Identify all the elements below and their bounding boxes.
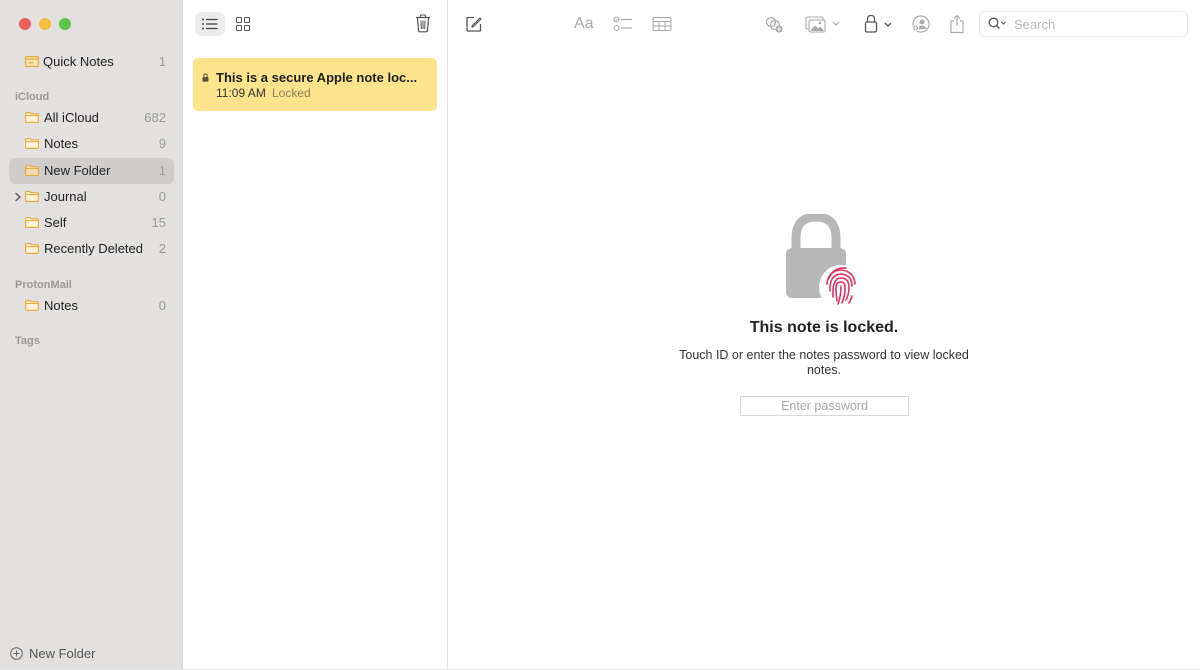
quick-notes-icon bbox=[25, 56, 39, 67]
sidebar-item-notes[interactable]: Notes 9 bbox=[9, 131, 174, 157]
delete-note-button[interactable] bbox=[413, 12, 433, 34]
section-label-tags: Tags bbox=[15, 335, 40, 347]
note-list-panel: This is a secure Apple note loc... 11:09… bbox=[183, 0, 448, 669]
sidebar-item-label: Notes bbox=[44, 298, 78, 313]
sidebar: Quick Notes 1 iCloud All iCloud 682 Note… bbox=[0, 0, 183, 669]
sidebar-item-count: 0 bbox=[158, 298, 166, 313]
sidebar-item-count: 682 bbox=[144, 110, 166, 125]
note-title: This is a secure Apple note loc... bbox=[216, 70, 418, 85]
sidebar-item-self[interactable]: Self 15 bbox=[9, 210, 174, 236]
sidebar-item-count: 0 bbox=[158, 189, 166, 204]
gallery-view-icon bbox=[235, 16, 251, 32]
locked-note-view: This note is locked. Touch ID or enter t… bbox=[448, 0, 1200, 669]
password-input[interactable] bbox=[740, 396, 909, 416]
folder-icon bbox=[25, 300, 39, 311]
new-folder-label: New Folder bbox=[29, 646, 96, 661]
sidebar-item-quick-notes[interactable]: Quick Notes 1 bbox=[9, 49, 174, 75]
folder-icon bbox=[25, 165, 39, 176]
locked-title: This note is locked. bbox=[749, 319, 899, 336]
minimize-window-button[interactable] bbox=[39, 18, 51, 30]
window-controls bbox=[19, 18, 71, 30]
gallery-view-button[interactable] bbox=[228, 12, 258, 36]
sidebar-item-protonmail-notes[interactable]: Notes 0 bbox=[9, 293, 174, 319]
new-folder-button[interactable]: New Folder bbox=[10, 646, 95, 661]
plus-circle-icon bbox=[10, 647, 23, 660]
sidebar-item-recently-deleted[interactable]: Recently Deleted 2 bbox=[9, 236, 174, 262]
notes-window: Quick Notes 1 iCloud All iCloud 682 Note… bbox=[0, 0, 1200, 670]
sidebar-item-journal[interactable]: Journal 0 bbox=[9, 184, 174, 210]
sidebar-item-count: 15 bbox=[151, 215, 166, 230]
folder-icon bbox=[25, 217, 39, 228]
folder-icon bbox=[25, 191, 39, 202]
trash-icon bbox=[416, 13, 430, 32]
sidebar-item-label: Recently Deleted bbox=[44, 241, 143, 256]
sidebar-item-new-folder[interactable]: New Folder 1 bbox=[9, 158, 174, 184]
sidebar-item-label: New Folder bbox=[44, 163, 111, 178]
folder-icon bbox=[25, 243, 39, 254]
sidebar-item-count: 9 bbox=[158, 136, 166, 151]
close-window-button[interactable] bbox=[19, 18, 31, 30]
sidebar-item-count: 1 bbox=[158, 54, 166, 69]
locked-description: Touch ID or enter the notes password to … bbox=[679, 348, 969, 377]
folder-icon bbox=[25, 112, 39, 123]
lock-icon bbox=[202, 73, 209, 82]
sidebar-item-label: Quick Notes bbox=[43, 54, 114, 69]
note-list-item[interactable]: This is a secure Apple note loc... 11:09… bbox=[193, 58, 437, 111]
locked-padlock-fingerprint-icon bbox=[786, 214, 863, 309]
section-label-protonmail: ProtonMail bbox=[15, 279, 72, 291]
sidebar-item-all-icloud[interactable]: All iCloud 682 bbox=[9, 105, 174, 131]
sidebar-item-count: 1 bbox=[158, 163, 166, 178]
maximize-window-button[interactable] bbox=[59, 18, 71, 30]
sidebar-item-label: All iCloud bbox=[44, 110, 99, 125]
section-label-icloud: iCloud bbox=[15, 91, 50, 103]
folder-icon bbox=[25, 138, 39, 149]
sidebar-item-label: Notes bbox=[44, 136, 78, 151]
sidebar-item-label: Self bbox=[44, 215, 67, 230]
note-time: 11:09 AM bbox=[216, 86, 266, 100]
note-status: Locked bbox=[272, 86, 311, 100]
sidebar-item-count: 2 bbox=[158, 241, 166, 256]
list-view-icon bbox=[202, 18, 218, 30]
note-editor: Aa Search This note is locked. Touch ID … bbox=[448, 0, 1200, 669]
chevron-right-icon[interactable] bbox=[13, 190, 23, 204]
sidebar-item-label: Journal bbox=[44, 189, 87, 204]
list-view-button[interactable] bbox=[195, 12, 225, 36]
